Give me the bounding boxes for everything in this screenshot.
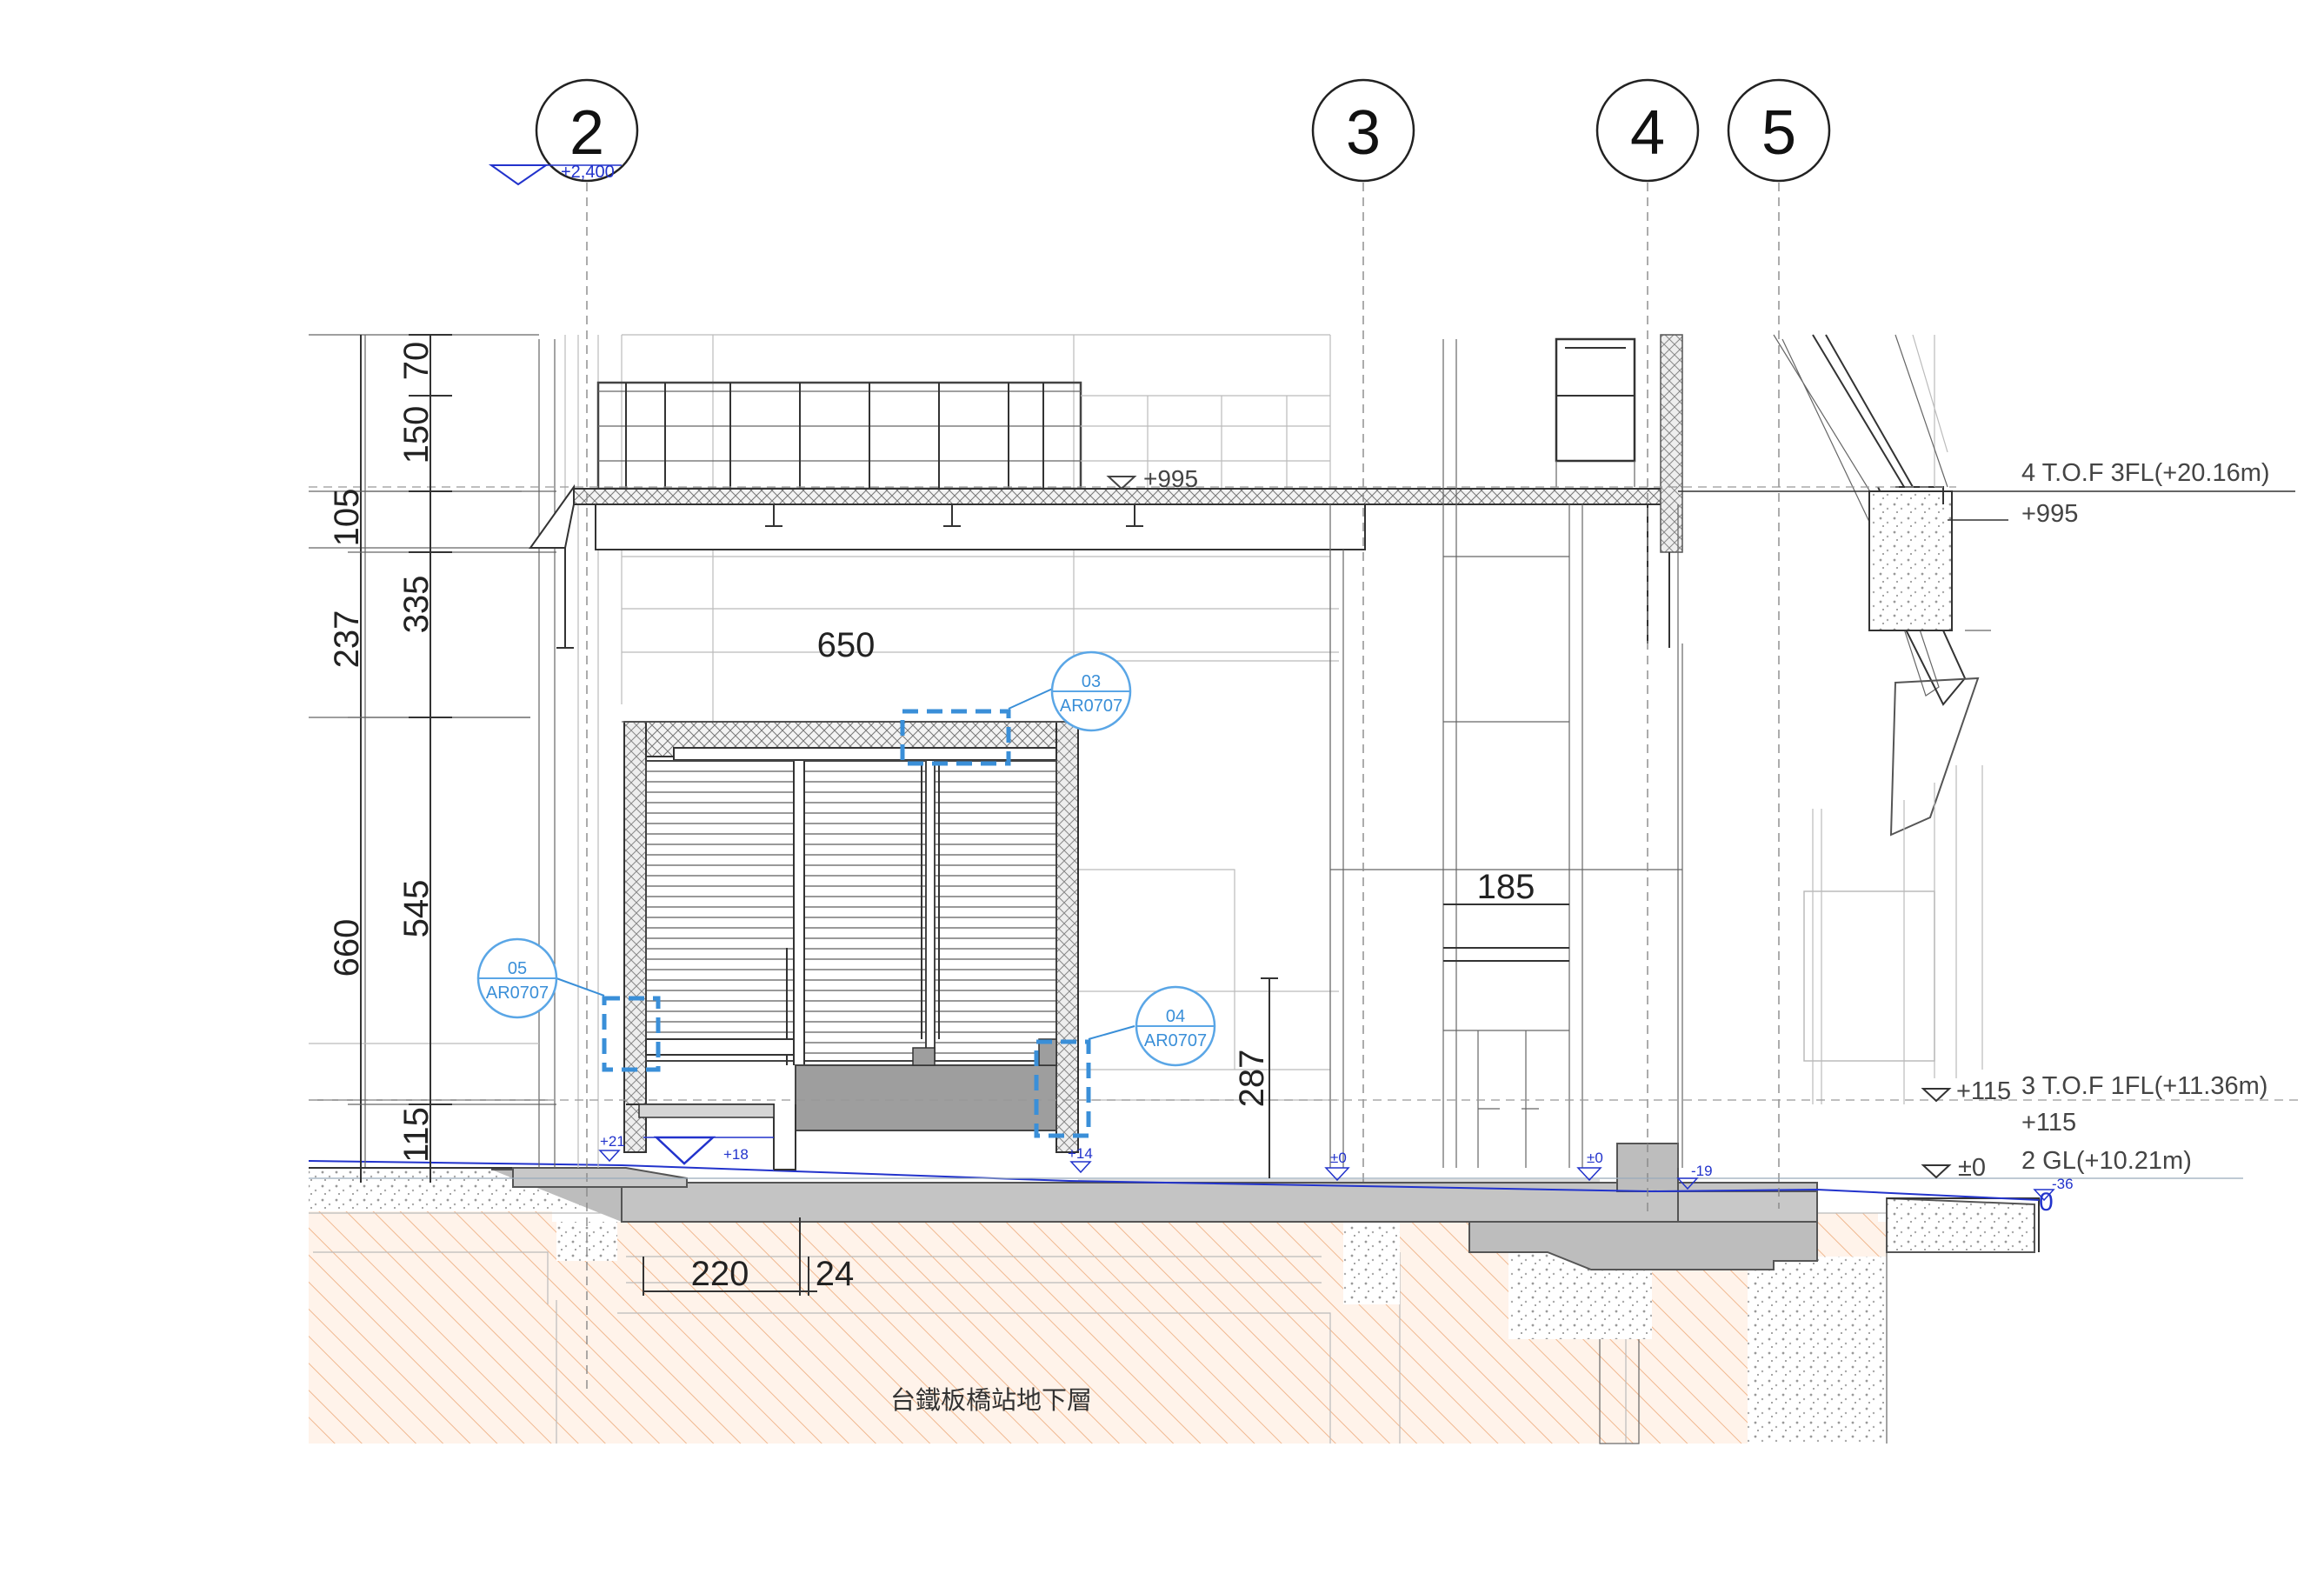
level-zero-a-text: ±0 [1330,1150,1347,1166]
dim-185: 185 [1477,868,1535,906]
callout-03-ref: AR0707 [1060,697,1122,716]
callout-03-num: 03 [1082,672,1101,691]
section-drawing: 03 AR0707 05 AR0707 04 AR0707 2 3 4 5 +2… [308,78,2304,1444]
callout-05-ref: AR0707 [486,984,549,1003]
level-fl3-text: 3 T.O.F 1FL(+11.36m) [2021,1072,2267,1100]
dim-335: 335 [397,576,436,634]
dim-70: 70 [397,342,436,381]
grid-bubble-4: 4 [1595,78,1700,183]
level-label-fl3: +115 3 T.O.F 1FL(+11.36m) +115 [1921,1072,2267,1137]
grid-label-4: 4 [1630,98,1665,168]
level-fl3-mark-text: +115 [1956,1077,2011,1105]
dim-150: 150 [397,406,436,464]
dim-105: 105 [328,489,366,547]
level-lines [309,486,2304,1179]
left-dimensions [348,334,556,1183]
level-mark-995: +995 [1106,465,1198,492]
facade-left [309,334,599,1168]
level-label-fl4: 4 T.O.F 3FL(+20.16m) +995 [2021,459,2270,528]
level-gl-text: 2 GL(+10.21m) [2021,1147,2192,1175]
level-mark-zero-b: ±0 [1576,1150,1603,1182]
level-fl4-sub-text: +995 [2021,500,2078,528]
level-zero-right-text: 0 [2039,1188,2054,1217]
callout-05-num: 05 [508,959,527,978]
level-mark-18: +18 [643,1136,774,1165]
dim-237: 237 [328,610,366,669]
callout-leader-03 [1008,686,1057,710]
callout-05[interactable]: 05 AR0707 [476,937,558,1019]
level-14-text: +14 [1068,1145,1093,1162]
grid-bubble-5: 5 [1727,78,1831,183]
mech-unit [1555,337,1636,487]
dim-545: 545 [397,880,436,938]
level-gl-mark-text: ±0 [1958,1154,1986,1182]
right-canopy [1773,334,1991,1104]
dim-115: 115 [397,1107,436,1163]
level-21-text: +21 [600,1133,625,1150]
column-structure [1329,339,1683,1168]
level-mark-21: +21 [598,1133,625,1163]
level-fl3-sub-text: +115 [2021,1109,2076,1137]
grid-label-5: 5 [1761,98,1796,168]
callout-leader-05 [556,977,605,997]
callout-03[interactable]: 03 AR0707 [1050,650,1132,732]
level-mark-top: +2,400 [488,163,622,186]
level-995-text: +995 [1143,465,1198,492]
level-mark-14: +14 [1068,1145,1093,1174]
level-mark-minus36: -36 0 [2033,1176,2074,1217]
callout-leader-04 [1088,1025,1135,1040]
callout-04-num: 04 [1166,1007,1185,1026]
level-mark-zero-a: ±0 [1324,1150,1350,1182]
grid-label-3: 3 [1346,98,1381,168]
callout-04-ref: AR0707 [1144,1031,1207,1050]
ground-right [1886,1197,2040,1253]
grid-bubble-3: 3 [1311,78,1415,183]
dim-660: 660 [328,919,366,977]
level-zero-b-text: ±0 [1587,1150,1603,1166]
basement-label: 台鐵板橋站地下層 [890,1386,1092,1415]
dim-220: 220 [691,1255,749,1293]
level-minus36-text: -36 [2052,1176,2074,1192]
entrance-frame [623,721,1079,1170]
level-minus19-text: -19 [1691,1163,1713,1179]
dim-24: 24 [816,1255,855,1293]
dim-650: 650 [817,626,876,664]
level-top-text: +2,400 [561,163,615,182]
callout-04[interactable]: 04 AR0707 [1135,985,1216,1067]
level-18-text: +18 [723,1146,749,1163]
level-fl4-text: 4 T.O.F 3FL(+20.16m) [2021,459,2270,487]
dim-287: 287 [1233,1050,1271,1108]
grid-label-2: 2 [569,98,604,168]
roof-railing [596,381,1330,490]
